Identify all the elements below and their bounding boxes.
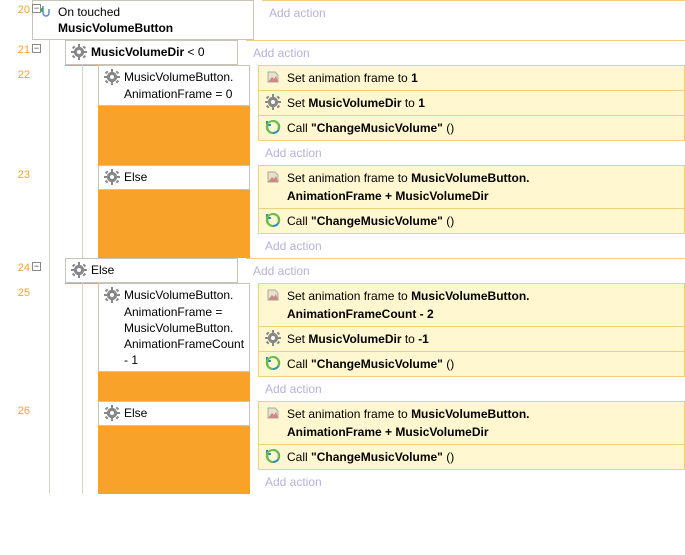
add-action-link[interactable]: Add action bbox=[258, 234, 685, 258]
add-action-link[interactable]: Add action bbox=[246, 259, 685, 283]
actions-column: Add action bbox=[262, 0, 685, 40]
indent-guide bbox=[65, 401, 98, 494]
action-text: Set MusicVolumeDir to -1 bbox=[287, 330, 429, 348]
collapse-toggle[interactable]: − bbox=[32, 262, 41, 271]
action-text: Call "ChangeMusicVolume" () bbox=[287, 355, 454, 373]
action-text: Set animation frame to MusicVolumeButton… bbox=[287, 169, 530, 205]
indent-guide bbox=[32, 165, 65, 258]
gear-icon bbox=[71, 262, 87, 278]
action-row[interactable]: Call "ChangeMusicVolume" () bbox=[258, 352, 685, 377]
condition-block[interactable]: Else bbox=[65, 258, 238, 282]
anim-icon bbox=[265, 405, 281, 421]
gear-icon bbox=[104, 169, 120, 185]
add-action-link[interactable]: Add action bbox=[258, 141, 685, 165]
condition-block[interactable]: MusicVolumeButton.AnimationFrame = Music… bbox=[98, 283, 250, 372]
event-row[interactable]: 25 MusicVolumeButton.AnimationFrame = Mus… bbox=[0, 283, 685, 401]
line-number: 22 bbox=[0, 65, 32, 165]
anim-icon bbox=[265, 169, 281, 185]
action-text: Call "ChangeMusicVolume" () bbox=[287, 119, 454, 137]
event-row[interactable]: 22 MusicVolumeButton.AnimationFrame = 0 Se… bbox=[0, 65, 685, 165]
event-row[interactable]: 20− On touchedMusicVolumeButton Add action bbox=[0, 0, 685, 40]
line-number: 25 bbox=[0, 283, 32, 401]
indent-guide bbox=[65, 65, 98, 165]
gear-icon bbox=[104, 405, 120, 421]
add-action-link[interactable]: Add action bbox=[258, 470, 685, 494]
event-row[interactable]: 21− MusicVolumeDir < 0 Add action bbox=[0, 40, 685, 65]
condition-text: MusicVolumeDir < 0 bbox=[91, 44, 205, 60]
action-row[interactable]: Set MusicVolumeDir to -1 bbox=[258, 327, 685, 352]
actions-column: Add action bbox=[246, 258, 685, 283]
actions-column: Set animation frame to MusicVolumeButton… bbox=[258, 401, 685, 494]
gear-icon bbox=[104, 69, 120, 85]
action-row[interactable]: Call "ChangeMusicVolume" () bbox=[258, 209, 685, 234]
selection-fill bbox=[98, 106, 250, 166]
call-icon bbox=[265, 448, 281, 464]
collapse-toggle[interactable]: − bbox=[32, 4, 41, 13]
selection-fill bbox=[98, 426, 250, 495]
gear-icon bbox=[71, 44, 87, 60]
event-row[interactable]: 24− Else Add action bbox=[0, 258, 685, 283]
action-text: Set animation frame to MusicVolumeButton… bbox=[287, 405, 530, 441]
action-row[interactable]: Set animation frame to 1 bbox=[258, 66, 685, 91]
condition-text: MusicVolumeButton.AnimationFrame = Music… bbox=[124, 287, 244, 368]
indent-guide bbox=[32, 65, 65, 165]
line-number: 21− bbox=[0, 40, 32, 65]
indent-guide bbox=[65, 283, 98, 401]
action-text: Set animation frame to 1 bbox=[287, 69, 418, 87]
indent-guide bbox=[32, 283, 65, 401]
indent-guide bbox=[32, 401, 65, 494]
event-row[interactable]: 26 Else Set animation frame to MusicVolume… bbox=[0, 401, 685, 494]
condition-block[interactable]: MusicVolumeDir < 0 bbox=[65, 40, 238, 64]
condition-text: On touchedMusicVolumeButton bbox=[58, 4, 173, 36]
add-action-link[interactable]: Add action bbox=[246, 41, 685, 65]
condition-block[interactable]: Else bbox=[98, 401, 250, 425]
event-row[interactable]: 23 Else Set animation frame to MusicVolume… bbox=[0, 165, 685, 258]
anim-icon bbox=[265, 287, 281, 303]
actions-column: Set animation frame to MusicVolumeButton… bbox=[258, 165, 685, 258]
action-row[interactable]: Call "ChangeMusicVolume" () bbox=[258, 116, 685, 141]
action-row[interactable]: Set animation frame to MusicVolumeButton… bbox=[258, 284, 685, 327]
call-icon bbox=[265, 355, 281, 371]
action-row[interactable]: Set animation frame to MusicVolumeButton… bbox=[258, 166, 685, 209]
condition-block[interactable]: MusicVolumeButton.AnimationFrame = 0 bbox=[98, 65, 250, 105]
collapse-toggle[interactable]: − bbox=[32, 44, 41, 53]
selection-fill bbox=[98, 190, 250, 259]
add-action-link[interactable]: Add action bbox=[258, 377, 685, 401]
condition-text: Else bbox=[91, 262, 114, 278]
gear-icon bbox=[265, 94, 281, 110]
anim-icon bbox=[265, 69, 281, 85]
actions-column: Set animation frame to MusicVolumeButton… bbox=[258, 283, 685, 401]
condition-text: Else bbox=[124, 405, 147, 421]
actions-column: Set animation frame to 1 Set MusicVolumeD… bbox=[258, 65, 685, 165]
condition-text: MusicVolumeButton.AnimationFrame = 0 bbox=[124, 69, 233, 101]
action-text: Set animation frame to MusicVolumeButton… bbox=[287, 287, 530, 323]
line-number: 26 bbox=[0, 401, 32, 494]
call-icon bbox=[265, 212, 281, 228]
action-text: Call "ChangeMusicVolume" () bbox=[287, 448, 454, 466]
action-row[interactable]: Call "ChangeMusicVolume" () bbox=[258, 445, 685, 470]
action-row[interactable]: Set animation frame to MusicVolumeButton… bbox=[258, 402, 685, 445]
add-action-link[interactable]: Add action bbox=[262, 1, 685, 25]
selection-fill bbox=[98, 372, 250, 401]
line-number: 24− bbox=[0, 258, 32, 283]
gear-icon bbox=[265, 330, 281, 346]
condition-text: Else bbox=[124, 169, 147, 185]
line-number: 23 bbox=[0, 165, 32, 258]
action-row[interactable]: Set MusicVolumeDir to 1 bbox=[258, 91, 685, 116]
indent-guide bbox=[65, 165, 98, 258]
action-text: Call "ChangeMusicVolume" () bbox=[287, 212, 454, 230]
condition-block[interactable]: Else bbox=[98, 165, 250, 189]
line-number: 20− bbox=[0, 0, 32, 40]
gear-icon bbox=[104, 287, 120, 303]
call-icon bbox=[265, 119, 281, 135]
condition-block[interactable]: On touchedMusicVolumeButton bbox=[32, 0, 254, 40]
actions-column: Add action bbox=[246, 40, 685, 65]
action-text: Set MusicVolumeDir to 1 bbox=[287, 94, 425, 112]
